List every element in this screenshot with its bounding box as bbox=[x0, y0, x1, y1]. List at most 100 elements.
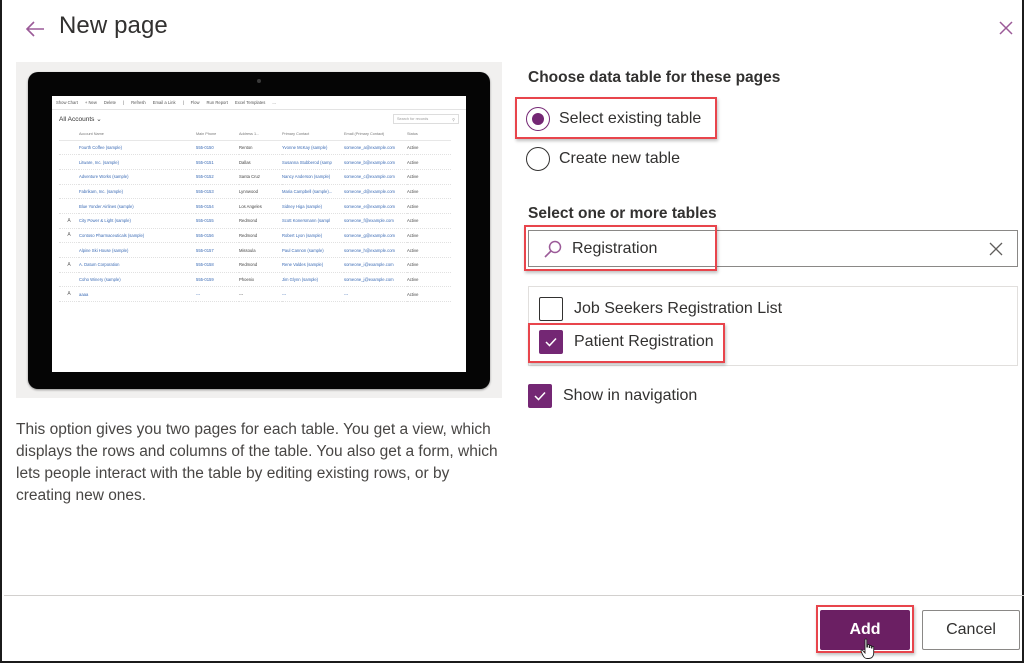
preview-cell-status: Active bbox=[407, 169, 451, 185]
preview-cell-name: City Power & Light (sample) bbox=[79, 213, 196, 229]
back-button[interactable] bbox=[22, 16, 48, 42]
preview-cell-icon bbox=[59, 198, 79, 214]
preview-table-row: Blue Yonder Airlines (sample) 555-0154 Los… bbox=[59, 198, 451, 214]
preview-cell-email: --- bbox=[344, 286, 407, 303]
preview-toolbar-item: ... bbox=[272, 100, 276, 105]
preview-cell-contact: --- bbox=[282, 286, 344, 303]
preview-cell-icon: A bbox=[59, 228, 79, 244]
preview-cell-contact: Robert Lyon (sample) bbox=[282, 228, 344, 244]
preview-cell-email: someone_d@example.com bbox=[344, 184, 407, 200]
checkbox-label: Show in navigation bbox=[563, 387, 698, 404]
tablet-illustration: Show Chart + New Delete | Refresh Email a Lin… bbox=[28, 72, 490, 389]
preview-toolbar-item: Excel Templates bbox=[234, 100, 266, 105]
close-icon bbox=[999, 21, 1013, 35]
preview-cell-city: Lynnwood bbox=[239, 184, 282, 200]
list-item-patient-registration[interactable]: Patient Registration bbox=[539, 330, 714, 354]
preview-cell-city: Missoula bbox=[239, 242, 282, 258]
preview-table-row: Fabrikam, Inc. (sample) 555-0153 Lynnwood M… bbox=[59, 184, 451, 200]
preview-cell-city: Phoenix bbox=[239, 272, 282, 288]
close-button[interactable] bbox=[996, 18, 1016, 38]
preview-cell-phone: 555-0156 bbox=[196, 228, 239, 244]
clear-icon bbox=[989, 242, 1003, 256]
preview-toolbar-item: Refresh bbox=[131, 100, 146, 105]
show-in-navigation-checkbox[interactable]: Show in navigation bbox=[528, 384, 697, 408]
preview-cell-name: Litware, Inc. (sample) bbox=[79, 154, 196, 170]
preview-cell-phone: 555-0150 bbox=[196, 140, 239, 156]
preview-cell-email: someone_b@example.com bbox=[344, 154, 407, 170]
preview-cell-email: someone_h@example.com bbox=[344, 242, 407, 258]
table-search-box[interactable] bbox=[528, 230, 1018, 267]
clear-search-button[interactable] bbox=[987, 240, 1005, 258]
preview-cell-email: someone_j@example.com bbox=[344, 272, 407, 288]
preview-cell-icon bbox=[59, 242, 79, 258]
preview-table-row: Alpine Ski House (sample) 555-0157 Missoul… bbox=[59, 242, 451, 258]
page-title: New page bbox=[59, 12, 168, 39]
preview-search: Search for records ⚲ bbox=[393, 114, 459, 124]
preview-cell-icon bbox=[59, 184, 79, 200]
preview-table-row: Adventure Works (sample) 555-0152 Santa Cr… bbox=[59, 169, 451, 185]
preview-cell-phone: 555-0158 bbox=[196, 257, 239, 273]
preview-cell-city: Redmond bbox=[239, 228, 282, 244]
preview-table: Account Name Main Phone Address 1... Primar… bbox=[59, 128, 451, 303]
preview-cell-status: Active bbox=[407, 154, 451, 170]
preview-cell-status: Active bbox=[407, 198, 451, 214]
preview-cell-contact: Yvonne McKay (sample) bbox=[282, 140, 344, 156]
preview-toolbar-item: Flow bbox=[190, 100, 200, 105]
preview-cell-email: someone_g@example.com bbox=[344, 228, 407, 244]
preview-table-header: Account Name Main Phone Address 1... Primar… bbox=[59, 128, 451, 141]
radio-button[interactable] bbox=[526, 147, 550, 171]
preview-column-header: Main Phone bbox=[196, 128, 239, 141]
preview-cell-contact: Nancy Anderson (sample) bbox=[282, 169, 344, 185]
radio-select-existing-table[interactable]: Select existing table bbox=[526, 107, 701, 131]
checkbox-label: Job Seekers Registration List bbox=[574, 300, 783, 317]
radio-create-new-table[interactable]: Create new table bbox=[526, 147, 680, 171]
table-results-list: Job Seekers Registration List Patient Re… bbox=[528, 286, 1018, 366]
preview-cell-email: someone_e@example.com bbox=[344, 198, 407, 214]
preview-column-header: Primary Contact bbox=[282, 128, 344, 141]
preview-toolbar-item: Delete bbox=[103, 100, 116, 105]
tables-label: Select one or more tables bbox=[528, 205, 717, 222]
preview-column-header: Address 1... bbox=[239, 128, 282, 141]
preview-cell-name: Fourth Coffee (sample) bbox=[79, 140, 196, 156]
preview-cell-phone: 555-0153 bbox=[196, 184, 239, 200]
preview-cell-city: Renton bbox=[239, 140, 282, 156]
preview-cell-email: someone_a@example.com bbox=[344, 140, 407, 156]
checkbox[interactable] bbox=[539, 297, 563, 321]
preview-cell-name: Coho Winery (sample) bbox=[79, 272, 196, 288]
preview-column-header bbox=[59, 128, 79, 141]
preview-cell-contact: Rene Valdes (sample) bbox=[282, 257, 344, 273]
preview-toolbar-item: | bbox=[182, 100, 184, 105]
preview-cell-name: Alpine Ski House (sample) bbox=[79, 242, 196, 258]
checkbox-checked[interactable] bbox=[528, 384, 552, 408]
add-button[interactable]: Add bbox=[820, 610, 910, 650]
camera-dot bbox=[257, 79, 261, 83]
preview-cell-phone: 555-0157 bbox=[196, 242, 239, 258]
preview-cell-city: Santa Cruz bbox=[239, 169, 282, 185]
preview-cell-status: Active bbox=[407, 272, 451, 288]
preview-cell-city: Redmond bbox=[239, 213, 282, 229]
preview-cell-phone: 555-0159 bbox=[196, 272, 239, 288]
preview-table-row: A City Power & Light (sample) 555-0155 Redm… bbox=[59, 213, 451, 229]
preview-cell-email: someone_c@example.com bbox=[344, 169, 407, 185]
preview-column-header: Email (Primary Contact) bbox=[344, 128, 407, 141]
checkbox-checked[interactable] bbox=[539, 330, 563, 354]
cancel-button[interactable]: Cancel bbox=[922, 610, 1020, 650]
preview-cell-status: Active bbox=[407, 242, 451, 258]
preview-cell-status: Active bbox=[407, 184, 451, 200]
preview-cell-icon bbox=[59, 140, 79, 156]
list-item-job-seekers-registration-list[interactable]: Job Seekers Registration List bbox=[539, 297, 782, 321]
radio-label: Create new table bbox=[559, 150, 680, 167]
new-page-dialog: New page Show Chart + New Delete | Refresh Em… bbox=[0, 0, 1024, 663]
preview-cell-contact: Jim Glynn (sample) bbox=[282, 272, 344, 288]
table-search-input[interactable] bbox=[572, 239, 962, 258]
data-table-label: Choose data table for these pages bbox=[528, 69, 781, 86]
preview-column-header: Status bbox=[407, 128, 451, 141]
preview-cell-city: --- bbox=[239, 286, 282, 303]
preview-cell-name: Adventure Works (sample) bbox=[79, 169, 196, 185]
radio-button-checked[interactable] bbox=[526, 107, 550, 131]
preview-toolbar-item: | bbox=[123, 100, 125, 105]
preview-cell-name: A. Datum Corporation bbox=[79, 257, 196, 273]
preview-cell-icon: A bbox=[59, 257, 79, 273]
preview-cell-icon: A bbox=[59, 213, 79, 229]
preview-table-row: A Contoso Pharmaceuticals (sample) 555-015… bbox=[59, 228, 451, 244]
